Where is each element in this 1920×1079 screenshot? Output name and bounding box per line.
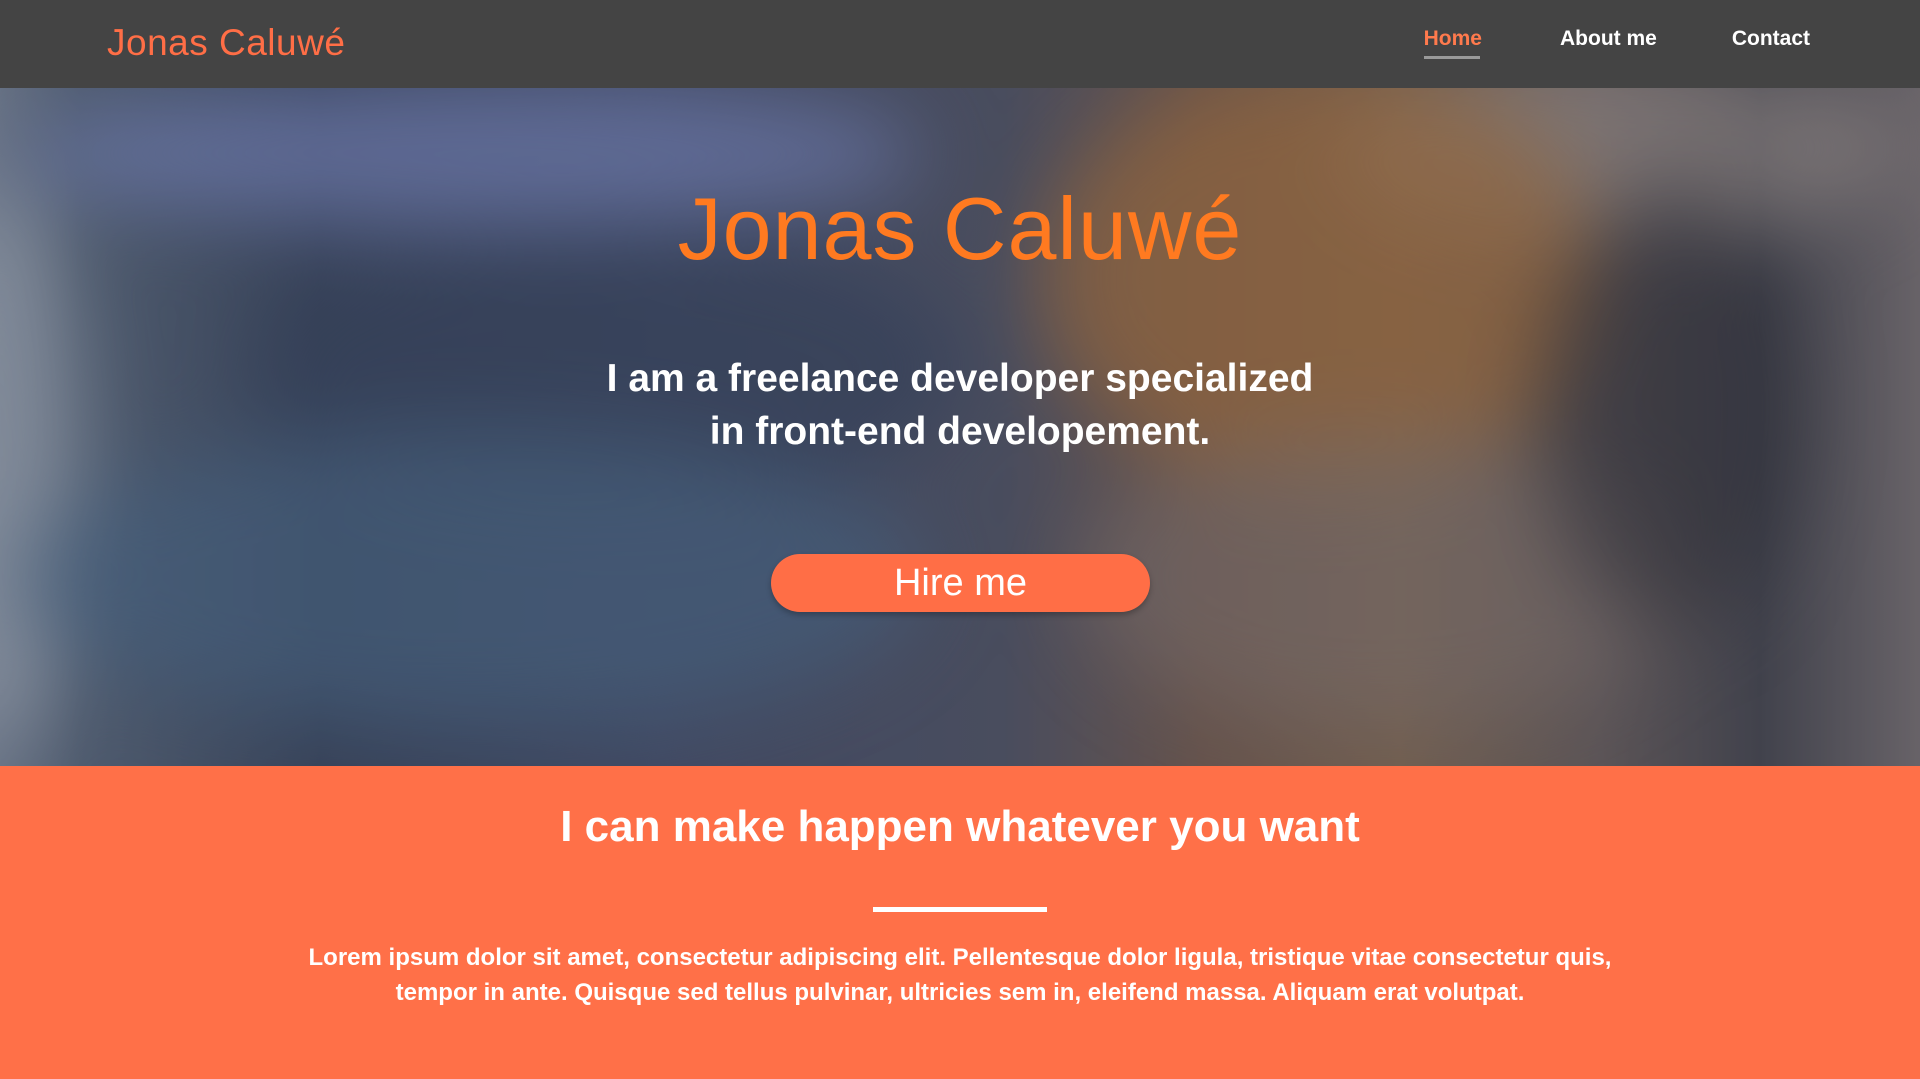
hero-title: Jonas Caluwé [677, 179, 1243, 278]
nav-links: Home About me Contact [1423, 27, 1810, 59]
active-nav-underline [1423, 56, 1480, 59]
hero-subtitle: I am a freelance developer specialized i… [0, 352, 1920, 458]
nav-link-home[interactable]: Home [1423, 27, 1482, 59]
section-title: I can make happen whatever you want [560, 802, 1360, 851]
nav-link-contact[interactable]: Contact [1732, 27, 1810, 59]
brand-logo[interactable]: Jonas Caluwé [107, 22, 345, 64]
section-divider [873, 907, 1047, 912]
hero-subtitle-line2: in front-end developement. [709, 410, 1211, 453]
nav-link-home-label: Home [1423, 27, 1482, 50]
nav-link-about[interactable]: About me [1560, 27, 1657, 59]
navbar: Jonas Caluwé Home About me Contact [0, 0, 1920, 88]
section-body-text: Lorem ipsum dolor sit amet, consectetur … [308, 944, 1612, 1006]
hire-me-button[interactable]: Hire me [771, 554, 1150, 612]
intro-section: I can make happen whatever you want Lore… [0, 766, 1920, 1079]
hero-section: Jonas Caluwé I am a freelance developer … [0, 88, 1920, 766]
hero-subtitle-line1: I am a freelance developer specialized [606, 357, 1314, 400]
